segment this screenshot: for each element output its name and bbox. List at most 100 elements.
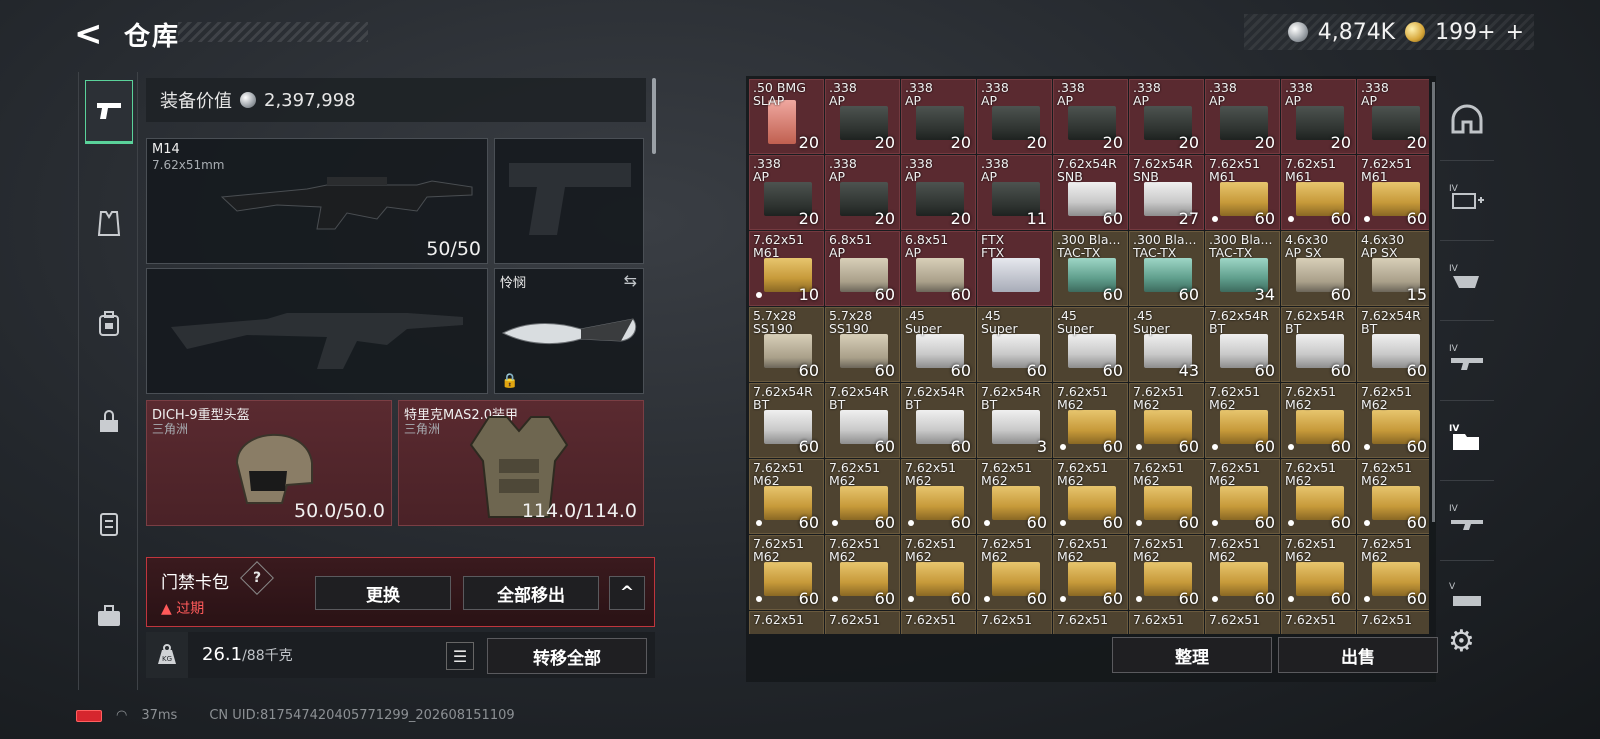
- stash-item[interactable]: 7.62x54R BT 3: [977, 383, 1052, 458]
- stash-item[interactable]: .338 AP 20: [1205, 79, 1280, 154]
- filter-helmet[interactable]: [1446, 98, 1488, 140]
- stash-item[interactable]: 7.62x51 M62 60: [977, 459, 1052, 534]
- stash-item[interactable]: 7.62x51: [1357, 611, 1429, 634]
- stash-item[interactable]: 7.62x51 M61 60: [1281, 155, 1356, 230]
- stash-item[interactable]: 7.62x51: [977, 611, 1052, 634]
- stash-item[interactable]: 7.62x51 M62 60: [749, 459, 824, 534]
- stash-item[interactable]: 7.62x51: [749, 611, 824, 634]
- tab-backpack[interactable]: [85, 292, 133, 356]
- stash-item[interactable]: 7.62x54R SNB 27: [1129, 155, 1204, 230]
- stash-item[interactable]: 7.62x54R BT 60: [1357, 307, 1429, 382]
- stash-item[interactable]: 7.62x54R BT 60: [749, 383, 824, 458]
- stash-item[interactable]: 7.62x51 M62 60: [901, 535, 976, 610]
- stash-item[interactable]: 5.7x28 SS190 60: [749, 307, 824, 382]
- stash-item[interactable]: 7.62x51 M62 60: [1053, 383, 1128, 458]
- filter-rifles[interactable]: IV: [1446, 496, 1488, 538]
- stash-item[interactable]: 7.62x51: [1129, 611, 1204, 634]
- stash-item[interactable]: .338 AP 20: [1281, 79, 1356, 154]
- body-armor-slot[interactable]: 特里克MAS2.0装甲 三角洲 114.0/114.0: [398, 400, 644, 526]
- stash-item[interactable]: .338 AP 20: [1053, 79, 1128, 154]
- stash-item[interactable]: 7.62x54R BT 60: [825, 383, 900, 458]
- settings-button[interactable]: ⚙: [1448, 624, 1475, 659]
- stash-item[interactable]: .45 Super 60: [901, 307, 976, 382]
- primary-weapon-slot[interactable]: M14 7.62x51mm 50/50: [146, 138, 488, 264]
- stash-item[interactable]: .45 Super 60: [1053, 307, 1128, 382]
- filter-ammo-active[interactable]: IV: [1446, 416, 1488, 458]
- stash-item[interactable]: 7.62x51 M62 60: [825, 535, 900, 610]
- stash-item[interactable]: .45 Super 60: [977, 307, 1052, 382]
- stash-item[interactable]: .300 Bla... TAC-TX 60: [1053, 231, 1128, 306]
- stash-item[interactable]: .50 BMG SLAP 20: [749, 79, 824, 154]
- stash-item[interactable]: .338 AP 20: [1357, 79, 1429, 154]
- stash-item[interactable]: 7.62x51 M62 60: [1281, 535, 1356, 610]
- stash-item[interactable]: 7.62x54R BT 60: [1205, 307, 1280, 382]
- stash-item[interactable]: 7.62x51 M62 60: [1205, 535, 1280, 610]
- collapse-button[interactable]: ^: [609, 576, 645, 610]
- stash-item[interactable]: .338 AP 20: [825, 79, 900, 154]
- stash-item[interactable]: 7.62x51: [1053, 611, 1128, 634]
- list-view-button[interactable]: ☰: [446, 642, 474, 670]
- stash-item[interactable]: 7.62x51 M62 60: [1053, 459, 1128, 534]
- tab-case[interactable]: [85, 584, 133, 648]
- stash-item[interactable]: 7.62x51: [901, 611, 976, 634]
- stash-item[interactable]: .338 AP 20: [901, 79, 976, 154]
- stash-item[interactable]: 7.62x51 M61 10: [749, 231, 824, 306]
- help-icon[interactable]: ?: [240, 561, 274, 595]
- stash-item[interactable]: 7.62x51 M62 60: [1281, 383, 1356, 458]
- loadout-scrollbar[interactable]: [652, 78, 656, 154]
- stash-item[interactable]: 7.62x51: [1205, 611, 1280, 634]
- stash-item[interactable]: 7.62x51 M62 60: [1205, 459, 1280, 534]
- stash-item[interactable]: 7.62x54R BT 60: [901, 383, 976, 458]
- stash-item[interactable]: .338 AP 20: [901, 155, 976, 230]
- stash-item[interactable]: 4.6x30 AP SX 60: [1281, 231, 1356, 306]
- stash-item[interactable]: 7.62x51 M62 60: [1357, 535, 1429, 610]
- stash-item[interactable]: .45 Super 43: [1129, 307, 1204, 382]
- stash-item[interactable]: .300 Bla... TAC-TX 60: [1129, 231, 1204, 306]
- stash-item[interactable]: 7.62x51 M62 60: [1129, 535, 1204, 610]
- sort-button[interactable]: 整理: [1112, 637, 1272, 673]
- filter-gear[interactable]: IV: [1446, 256, 1488, 298]
- stash-item[interactable]: .338 AP 20: [749, 155, 824, 230]
- stash-item[interactable]: 5.7x28 SS190 60: [825, 307, 900, 382]
- stash-item[interactable]: 7.62x51 M62 60: [1129, 383, 1204, 458]
- stash-item[interactable]: 6.8x51 AP 60: [825, 231, 900, 306]
- filter-medical[interactable]: IV: [1446, 176, 1488, 218]
- sell-button[interactable]: 出售: [1278, 637, 1438, 673]
- stash-item[interactable]: .338 AP 20: [977, 79, 1052, 154]
- pistol-slot-empty[interactable]: [494, 138, 644, 264]
- remove-all-button[interactable]: 全部移出: [463, 576, 599, 610]
- tab-weapons[interactable]: [85, 80, 133, 144]
- stash-item[interactable]: FTX FTX: [977, 231, 1052, 306]
- stash-item[interactable]: .338 AP 20: [1129, 79, 1204, 154]
- stash-item[interactable]: 7.62x51 M61 60: [1205, 155, 1280, 230]
- stash-scrollbar[interactable]: [1432, 82, 1435, 522]
- stash-item[interactable]: .300 Bla... TAC-TX 34: [1205, 231, 1280, 306]
- back-button[interactable]: <: [74, 14, 110, 54]
- stash-item[interactable]: 7.62x51 M62 60: [1357, 459, 1429, 534]
- stash-item[interactable]: 4.6x30 AP SX 15: [1357, 231, 1429, 306]
- stash-item[interactable]: 7.62x51 M62 60: [1357, 383, 1429, 458]
- filter-weapons[interactable]: IV: [1446, 336, 1488, 378]
- helmet-slot[interactable]: DICH-9重型头盔 三角洲 50.0/50.0: [146, 400, 392, 526]
- replace-button[interactable]: 更换: [315, 576, 451, 610]
- transfer-all-button[interactable]: 转移全部: [487, 638, 647, 674]
- stash-item[interactable]: 7.62x51 M62 60: [1129, 459, 1204, 534]
- stash-item[interactable]: .338 AP 11: [977, 155, 1052, 230]
- stash-item[interactable]: 7.62x54R BT 60: [1281, 307, 1356, 382]
- stash-item[interactable]: 7.62x51 M62 60: [1281, 459, 1356, 534]
- swap-icon[interactable]: ⇆: [624, 271, 637, 290]
- tab-bag[interactable]: [85, 390, 133, 454]
- stash-item[interactable]: 7.62x51 M62 60: [1205, 383, 1280, 458]
- melee-slot[interactable]: 怜悯 ⇆ 🔒: [494, 268, 644, 394]
- stash-item[interactable]: 7.62x51 M62 60: [901, 459, 976, 534]
- stash-item[interactable]: 7.62x51: [1281, 611, 1356, 634]
- stash-item[interactable]: 7.62x51 M62 60: [749, 535, 824, 610]
- stash-item[interactable]: 7.62x51 M61 60: [1357, 155, 1429, 230]
- stash-item[interactable]: .338 AP 20: [825, 155, 900, 230]
- tab-armor[interactable]: [85, 192, 133, 256]
- stash-item[interactable]: 7.62x51: [825, 611, 900, 634]
- filter-misc[interactable]: V: [1446, 574, 1488, 616]
- secondary-weapon-slot-empty[interactable]: [146, 268, 488, 394]
- stash-item[interactable]: 7.62x51 M62 60: [1053, 535, 1128, 610]
- stash-item[interactable]: 7.62x54R SNB 60: [1053, 155, 1128, 230]
